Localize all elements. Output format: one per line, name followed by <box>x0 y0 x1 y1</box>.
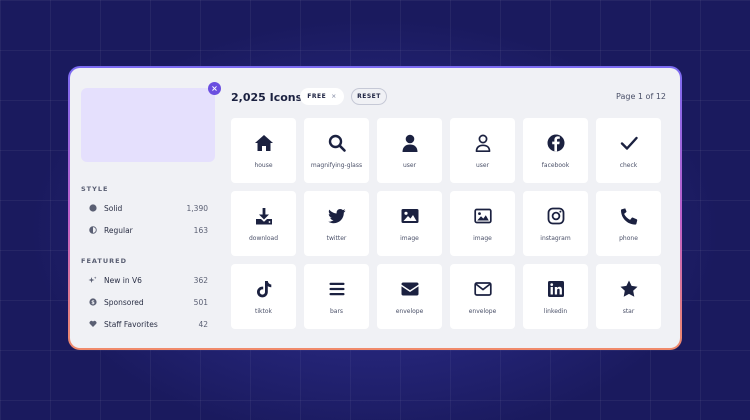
icon-tile[interactable]: image <box>450 191 515 256</box>
icon-browser-panel: × STYLE Solid 1,390 Regular 163 FEATURED… <box>70 68 680 348</box>
icon-name: user <box>402 161 417 169</box>
icon-tile[interactable]: user <box>377 118 442 183</box>
solid-circle-icon <box>88 204 97 213</box>
reset-button[interactable]: RESET <box>351 88 387 105</box>
style-item-label: Regular <box>104 225 133 235</box>
dollar-circle-icon: $ <box>88 298 97 307</box>
envelope-solid-icon <box>401 282 418 295</box>
icon-tile[interactable]: phone <box>596 191 661 256</box>
image-solid-icon <box>401 208 418 223</box>
icon-tile[interactable]: tiktok <box>231 264 296 329</box>
style-item-solid[interactable]: Solid 1,390 <box>88 201 208 215</box>
style-item-label: Solid <box>104 203 123 213</box>
icon-name: check <box>619 161 638 169</box>
featured-item-count: 501 <box>193 297 208 307</box>
bars-icon <box>329 282 344 295</box>
icon-count-title: 2,025 Icons <box>231 91 303 104</box>
icon-name: instagram <box>540 234 571 242</box>
featured-item-label: New in V6 <box>104 275 142 285</box>
image-regular-icon <box>473 208 492 223</box>
facebook-icon <box>547 134 564 151</box>
icon-name: envelope <box>468 307 497 315</box>
featured-item-staff-favorites[interactable]: Staff Favorites 42 <box>88 317 208 331</box>
icon-tile[interactable]: download <box>231 191 296 256</box>
tiktok-icon <box>256 280 271 297</box>
icon-name: facebook <box>541 161 570 169</box>
icon-tile[interactable]: twitter <box>304 191 369 256</box>
style-item-count: 1,390 <box>186 203 208 213</box>
icon-name: image <box>473 234 492 242</box>
star-icon <box>620 280 637 297</box>
download-icon <box>255 207 272 224</box>
icon-name: star <box>622 307 635 315</box>
check-icon <box>620 136 638 150</box>
icon-tile[interactable]: envelope <box>450 264 515 329</box>
featured-section-title: FEATURED <box>81 257 127 265</box>
style-item-regular[interactable]: Regular 163 <box>88 223 208 237</box>
icon-name: user <box>475 161 490 169</box>
magnifying-glass-icon <box>328 134 346 152</box>
icon-browser-frame: × STYLE Solid 1,390 Regular 163 FEATURED… <box>68 66 682 350</box>
icon-tile[interactable]: linkedin <box>523 264 588 329</box>
clear-filter-icon[interactable]: × <box>331 93 337 100</box>
envelope-regular-icon <box>473 281 492 296</box>
icon-tile[interactable]: bars <box>304 264 369 329</box>
featured-item-label: Staff Favorites <box>104 319 158 329</box>
icon-tile[interactable]: house <box>231 118 296 183</box>
half-circle-icon <box>88 226 97 235</box>
icon-name: envelope <box>395 307 424 315</box>
icon-tile[interactable]: instagram <box>523 191 588 256</box>
featured-item-sponsored[interactable]: $ Sponsored 501 <box>88 295 208 309</box>
twitter-icon <box>327 208 345 223</box>
icon-name: linkedin <box>543 307 568 315</box>
free-filter-label: FREE <box>307 93 327 100</box>
icon-name: tiktok <box>255 307 272 315</box>
icon-name: house <box>254 161 273 169</box>
icon-name: twitter <box>326 234 347 242</box>
svg-text:$: $ <box>91 300 95 306</box>
page-indicator: Page 1 of 12 <box>616 92 666 101</box>
icon-tile[interactable]: envelope <box>377 264 442 329</box>
user-solid-icon <box>402 134 417 152</box>
featured-item-label: Sponsored <box>104 297 144 307</box>
icon-name: magnifying-glass <box>310 161 363 169</box>
house-icon <box>254 134 273 151</box>
linkedin-icon <box>547 280 564 297</box>
icon-name: download <box>248 234 278 242</box>
user-regular-icon <box>475 134 490 152</box>
featured-item-new[interactable]: New in V6 362 <box>88 273 208 287</box>
featured-item-count: 362 <box>193 275 208 285</box>
icon-name: bars <box>329 307 344 315</box>
icon-tile[interactable]: star <box>596 264 661 329</box>
heart-icon <box>88 320 97 329</box>
phone-icon <box>620 206 637 225</box>
icon-tile[interactable]: magnifying-glass <box>304 118 369 183</box>
icon-tile[interactable]: image <box>377 191 442 256</box>
icon-tile[interactable]: facebook <box>523 118 588 183</box>
sponsor-ad-box[interactable] <box>81 88 215 162</box>
icon-name: phone <box>619 234 638 242</box>
style-section-title: STYLE <box>81 185 109 193</box>
close-ad-button[interactable]: × <box>208 82 221 95</box>
featured-item-count: 42 <box>198 319 208 329</box>
free-filter-pill[interactable]: FREE × <box>300 88 344 105</box>
icon-name: image <box>400 234 419 242</box>
instagram-icon <box>547 207 564 224</box>
icon-tile[interactable]: check <box>596 118 661 183</box>
sparkles-icon <box>88 276 97 285</box>
icon-tile[interactable]: user <box>450 118 515 183</box>
style-item-count: 163 <box>193 225 208 235</box>
icon-grid: house magnifying-glass user user faceboo… <box>231 118 661 329</box>
